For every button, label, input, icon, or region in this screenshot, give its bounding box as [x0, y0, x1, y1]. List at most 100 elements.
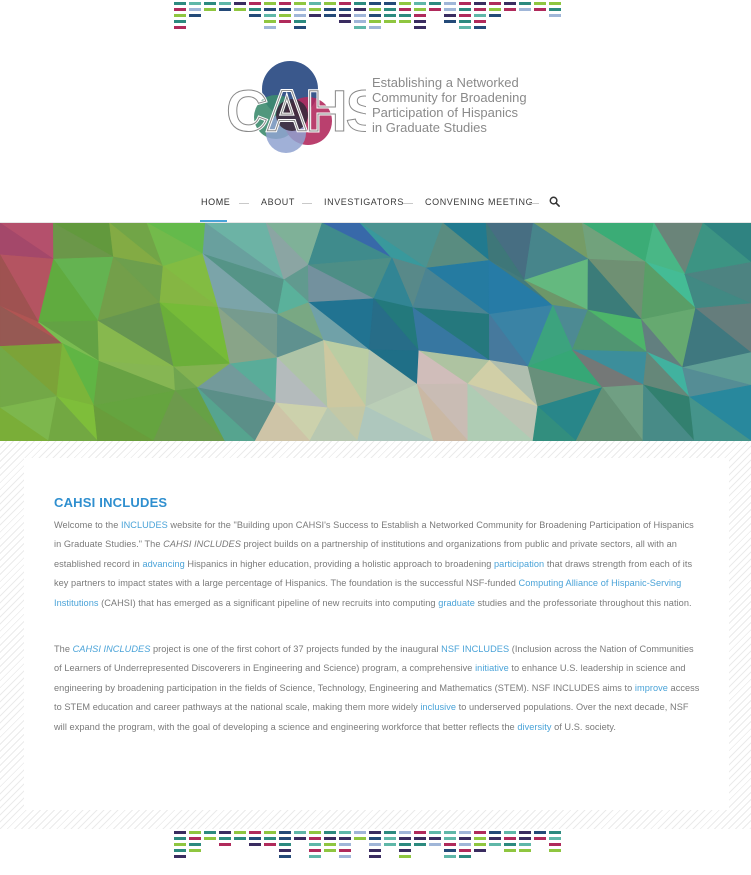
dash-segment	[264, 2, 276, 5]
link-graduate[interactable]: graduate	[438, 598, 475, 608]
dash-segment	[534, 8, 546, 11]
dash-segment	[489, 837, 501, 840]
dash-segment	[279, 837, 291, 840]
dash-segment	[429, 8, 441, 11]
nav-separator	[529, 203, 539, 204]
decorative-dash-bar-top	[174, 0, 578, 36]
dash-segment	[399, 855, 411, 858]
dash-segment	[354, 2, 366, 5]
link-inclusive[interactable]: inclusive	[420, 702, 456, 712]
dash-segment	[414, 843, 426, 846]
tagline-line: Establishing a Networked	[372, 75, 519, 90]
nav-separator	[403, 203, 413, 204]
dash-segment	[489, 2, 501, 5]
dash-segment	[414, 831, 426, 834]
dash-segment	[249, 8, 261, 11]
dash-segment	[549, 837, 561, 840]
dash-segment	[219, 831, 231, 834]
dash-segment	[474, 20, 486, 23]
dash-segment	[414, 8, 426, 11]
dash-segment	[429, 843, 441, 846]
dash-segment	[384, 837, 396, 840]
nav-item-investigators[interactable]: INVESTIGATORS	[324, 197, 404, 207]
text: project is one of the first cohort of 37…	[150, 644, 442, 654]
dash-segment	[549, 2, 561, 5]
dash-segment	[354, 20, 366, 23]
dash-segment	[309, 849, 321, 852]
dash-segment	[339, 855, 351, 858]
nav-item-about[interactable]: ABOUT	[261, 197, 295, 207]
dash-segment	[369, 843, 381, 846]
dash-segment	[459, 849, 471, 852]
search-icon[interactable]	[549, 196, 560, 207]
dash-segment	[264, 831, 276, 834]
dash-segment	[384, 2, 396, 5]
link-participation[interactable]: participation	[494, 559, 544, 569]
dash-segment	[384, 14, 396, 17]
dash-segment	[459, 8, 471, 11]
dash-segment	[174, 837, 186, 840]
dash-segment	[354, 26, 366, 29]
dash-segment	[399, 2, 411, 5]
dash-segment	[174, 20, 186, 23]
dash-segment	[309, 14, 321, 17]
link-diversity[interactable]: diversity	[517, 722, 551, 732]
dash-segment	[474, 2, 486, 5]
dash-segment	[444, 2, 456, 5]
dash-segment	[399, 849, 411, 852]
dash-segment	[309, 837, 321, 840]
dash-segment	[444, 8, 456, 11]
dash-segment	[369, 837, 381, 840]
dash-segment	[174, 849, 186, 852]
dash-segment	[339, 2, 351, 5]
emphasis-cahsi-includes: CAHSI INCLUDES	[163, 539, 241, 550]
dash-segment	[384, 20, 396, 23]
dash-segment	[339, 20, 351, 23]
dash-segment	[204, 2, 216, 5]
dash-segment	[384, 843, 396, 846]
dash-segment	[234, 8, 246, 11]
dash-segment	[264, 843, 276, 846]
dash-segment	[294, 8, 306, 11]
cahsi-logo[interactable]: CAHSI CAHSI Establishing a Networked Com…	[226, 59, 536, 157]
link-improve[interactable]: improve	[635, 683, 668, 693]
dash-segment	[204, 8, 216, 11]
dash-segment	[444, 20, 456, 23]
nav-separator	[302, 203, 312, 204]
dash-segment	[414, 837, 426, 840]
dash-segment	[384, 831, 396, 834]
dash-segment	[489, 843, 501, 846]
dash-segment	[369, 26, 381, 29]
dash-segment	[474, 26, 486, 29]
tagline-line: Participation of Hispanics	[372, 105, 518, 120]
dash-segment	[309, 843, 321, 846]
dash-segment	[504, 837, 516, 840]
dash-segment	[249, 837, 261, 840]
dash-segment	[399, 8, 411, 11]
dash-segment	[219, 2, 231, 5]
nav-item-home[interactable]: HOME	[201, 197, 230, 207]
dash-segment	[519, 849, 531, 852]
dash-segment	[534, 837, 546, 840]
link-initiative[interactable]: initiative	[475, 663, 509, 673]
dash-segment	[489, 831, 501, 834]
nav-item-convening-meeting[interactable]: CONVENING MEETING	[425, 197, 533, 207]
dash-segment	[279, 20, 291, 23]
link-nsf-includes[interactable]: NSF INCLUDES	[441, 644, 509, 654]
text: (CAHSI) that has emerged as a significan…	[98, 597, 439, 608]
dash-segment	[459, 855, 471, 858]
link-cahsi-includes[interactable]: CAHSI INCLUDES	[73, 644, 151, 654]
link-includes[interactable]: INCLUDES	[121, 520, 168, 530]
logo-mark: CAHSI CAHSI	[226, 61, 366, 153]
dash-segment	[519, 843, 531, 846]
dash-segment	[264, 837, 276, 840]
program-paragraph: The CAHSI INCLUDES project is one of the…	[54, 640, 702, 737]
dash-segment	[369, 849, 381, 852]
link-advancing[interactable]: advancing	[142, 559, 184, 569]
main-navigation: HOME ABOUT INVESTIGATORS CONVENING MEETI…	[0, 193, 751, 223]
dash-segment	[219, 843, 231, 846]
dash-segment	[324, 849, 336, 852]
tagline-line: in Graduate Studies	[372, 120, 487, 135]
dash-segment	[399, 831, 411, 834]
decorative-dash-bar-bottom	[174, 829, 578, 865]
